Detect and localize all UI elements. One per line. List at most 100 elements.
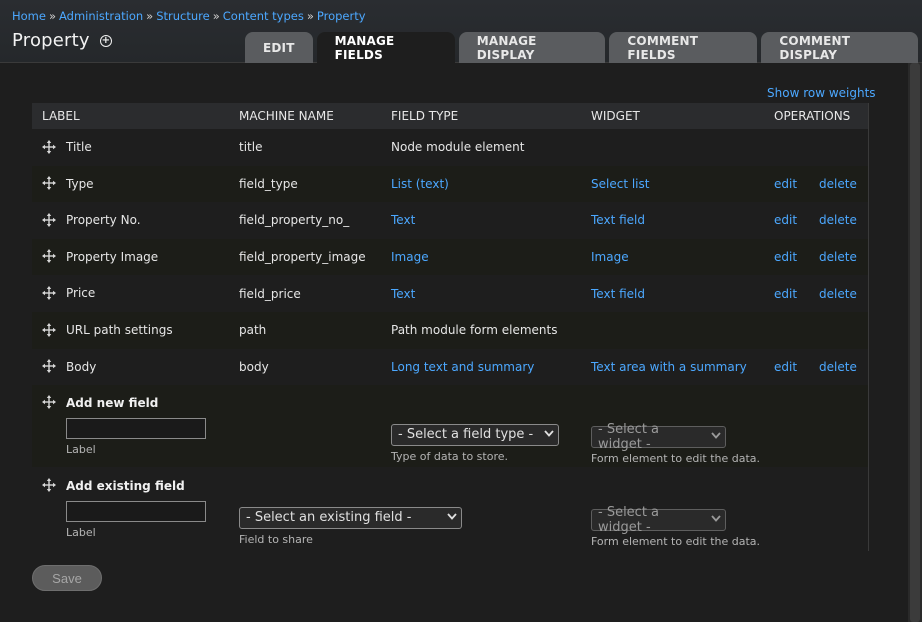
drag-handle-icon[interactable]	[42, 322, 56, 337]
field-label: Price	[66, 286, 96, 301]
table-row: Type field_type List (text) Select list edit…	[32, 165, 869, 203]
vertical-scrollbar[interactable]	[908, 63, 922, 622]
delete-link[interactable]: delete	[819, 360, 857, 374]
edit-link[interactable]: edit	[774, 287, 797, 301]
chevron-down-icon	[544, 429, 554, 440]
edit-link[interactable]: edit	[774, 250, 797, 264]
drag-handle-icon[interactable]	[42, 478, 56, 493]
delete-link[interactable]: delete	[819, 287, 857, 301]
tab-manage-fields[interactable]: Manage fields	[316, 32, 455, 63]
existing-hint: Field to share	[239, 532, 313, 546]
widget-cell: Text area with a summary	[581, 348, 764, 386]
save-button[interactable]: Save	[32, 565, 102, 591]
widget-link[interactable]: Select list	[591, 177, 649, 191]
column-header: Widget	[581, 103, 764, 129]
tab-manage-display[interactable]: Manage display	[458, 32, 606, 63]
operations-cell: edit delete	[764, 165, 869, 203]
existing-field-select[interactable]: - Select an existing field -	[239, 506, 462, 529]
tab-edit[interactable]: Edit	[245, 32, 313, 63]
breadcrumb-link[interactable]: Property	[317, 9, 366, 23]
table-row: Property Image field_property_image Image I…	[32, 238, 869, 276]
field-label: URL path settings	[66, 323, 173, 338]
breadcrumb-separator: »	[212, 9, 220, 23]
widget-cell: Text field	[581, 202, 764, 239]
page-title: Property	[12, 30, 90, 51]
edit-link[interactable]: edit	[774, 360, 797, 374]
widget-select-value: - Select a widget -	[598, 421, 660, 452]
breadcrumb-link[interactable]: Home	[12, 9, 46, 23]
label-hint: Label	[66, 443, 96, 457]
field-type-cell: Path module form elements	[381, 311, 581, 349]
field-label-cell: Property No.	[32, 202, 229, 239]
add-new-field-row: Add new field Label - Select a field type …	[32, 385, 869, 468]
widget-link[interactable]: Text area with a summary	[591, 360, 747, 374]
add-existing-field-title: Add existing field	[66, 478, 185, 493]
operations-cell	[764, 129, 869, 166]
field-type-link[interactable]: Long text and summary	[391, 360, 534, 374]
field-type-link[interactable]: Text	[391, 287, 415, 301]
breadcrumb-link[interactable]: Administration	[59, 9, 143, 23]
drag-handle-icon[interactable]	[42, 176, 56, 191]
machine-name: path	[229, 311, 381, 349]
field-type-cell: Text	[381, 275, 581, 312]
widget-select-value: - Select a widget -	[598, 504, 660, 535]
widget-link[interactable]: Image	[591, 250, 629, 264]
drag-handle-icon[interactable]	[42, 359, 56, 374]
tab-comment-display[interactable]: Comment display	[761, 32, 918, 63]
field-label-cell: Title	[32, 129, 229, 166]
table-row: Body body Long text and summary Text area w…	[32, 348, 869, 386]
chevron-down-icon	[711, 431, 721, 442]
field-label-cell: URL path settings	[32, 311, 229, 349]
add-new-label-cell: Add new field Label	[32, 385, 229, 468]
tab-comment-fields[interactable]: Comment fields	[609, 32, 758, 63]
drag-handle-icon[interactable]	[42, 139, 56, 154]
widget-link[interactable]: Text field	[591, 213, 645, 227]
empty-cell	[764, 385, 869, 468]
field-type-cell: Long text and summary	[381, 348, 581, 386]
drag-handle-icon[interactable]	[42, 212, 56, 227]
field-type-cell: Node module element	[381, 129, 581, 166]
existing-field-label-input[interactable]	[66, 501, 206, 523]
show-row-weights-link[interactable]: Show row weights	[767, 86, 876, 100]
delete-link[interactable]: delete	[819, 250, 857, 264]
column-header: Machine name	[229, 103, 381, 129]
field-type-link[interactable]: Text	[391, 213, 415, 227]
widget-cell	[581, 311, 764, 349]
widget-link[interactable]: Text field	[591, 287, 645, 301]
edit-link[interactable]: edit	[774, 177, 797, 191]
field-type-link[interactable]: Image	[391, 250, 429, 264]
breadcrumb-link[interactable]: Structure	[156, 9, 210, 23]
table-row: URL path settings path Path module form el…	[32, 311, 869, 349]
widget-select[interactable]: - Select a widget -	[591, 422, 726, 452]
existing-select-cell: - Select an existing field - Field to sha…	[229, 467, 581, 552]
widget-select-cell: - Select a widget - Form element to edit …	[581, 385, 764, 468]
table-body: Title title Node module element Type field_t…	[32, 129, 869, 552]
drag-handle-icon[interactable]	[42, 249, 56, 264]
add-new-field-title: Add new field	[66, 395, 159, 410]
breadcrumb: Home» Administration» Structure» Content ty…	[12, 9, 366, 23]
field-type-link[interactable]: List (text)	[391, 177, 449, 191]
table-row: Title title Node module element	[32, 129, 869, 166]
field-type: Path module form elements	[391, 323, 558, 338]
drag-handle-icon[interactable]	[42, 285, 56, 300]
widget-select[interactable]: - Select a widget -	[591, 505, 726, 535]
field-label: Body	[66, 359, 97, 374]
operations-cell: edit delete	[764, 275, 869, 312]
widget-cell	[581, 129, 764, 166]
add-shortcut-icon[interactable]: +	[99, 34, 112, 47]
field-label: Property No.	[66, 213, 141, 228]
breadcrumb-link[interactable]: Content types	[223, 9, 304, 23]
field-label-cell: Price	[32, 275, 229, 312]
drag-handle-icon[interactable]	[42, 395, 56, 410]
field-type-cell: Text	[381, 202, 581, 239]
new-field-label-input[interactable]	[66, 418, 206, 440]
chevron-down-icon	[711, 514, 721, 525]
fields-table: Label Machine name Field type Widget Operati…	[32, 103, 869, 552]
field-type-select[interactable]: - Select a field type -	[391, 423, 559, 446]
operations-cell: edit delete	[764, 238, 869, 276]
scrollbar-thumb[interactable]	[910, 63, 920, 622]
breadcrumb-separator: »	[48, 9, 57, 23]
edit-link[interactable]: edit	[774, 213, 797, 227]
delete-link[interactable]: delete	[819, 213, 857, 227]
delete-link[interactable]: delete	[819, 177, 857, 191]
